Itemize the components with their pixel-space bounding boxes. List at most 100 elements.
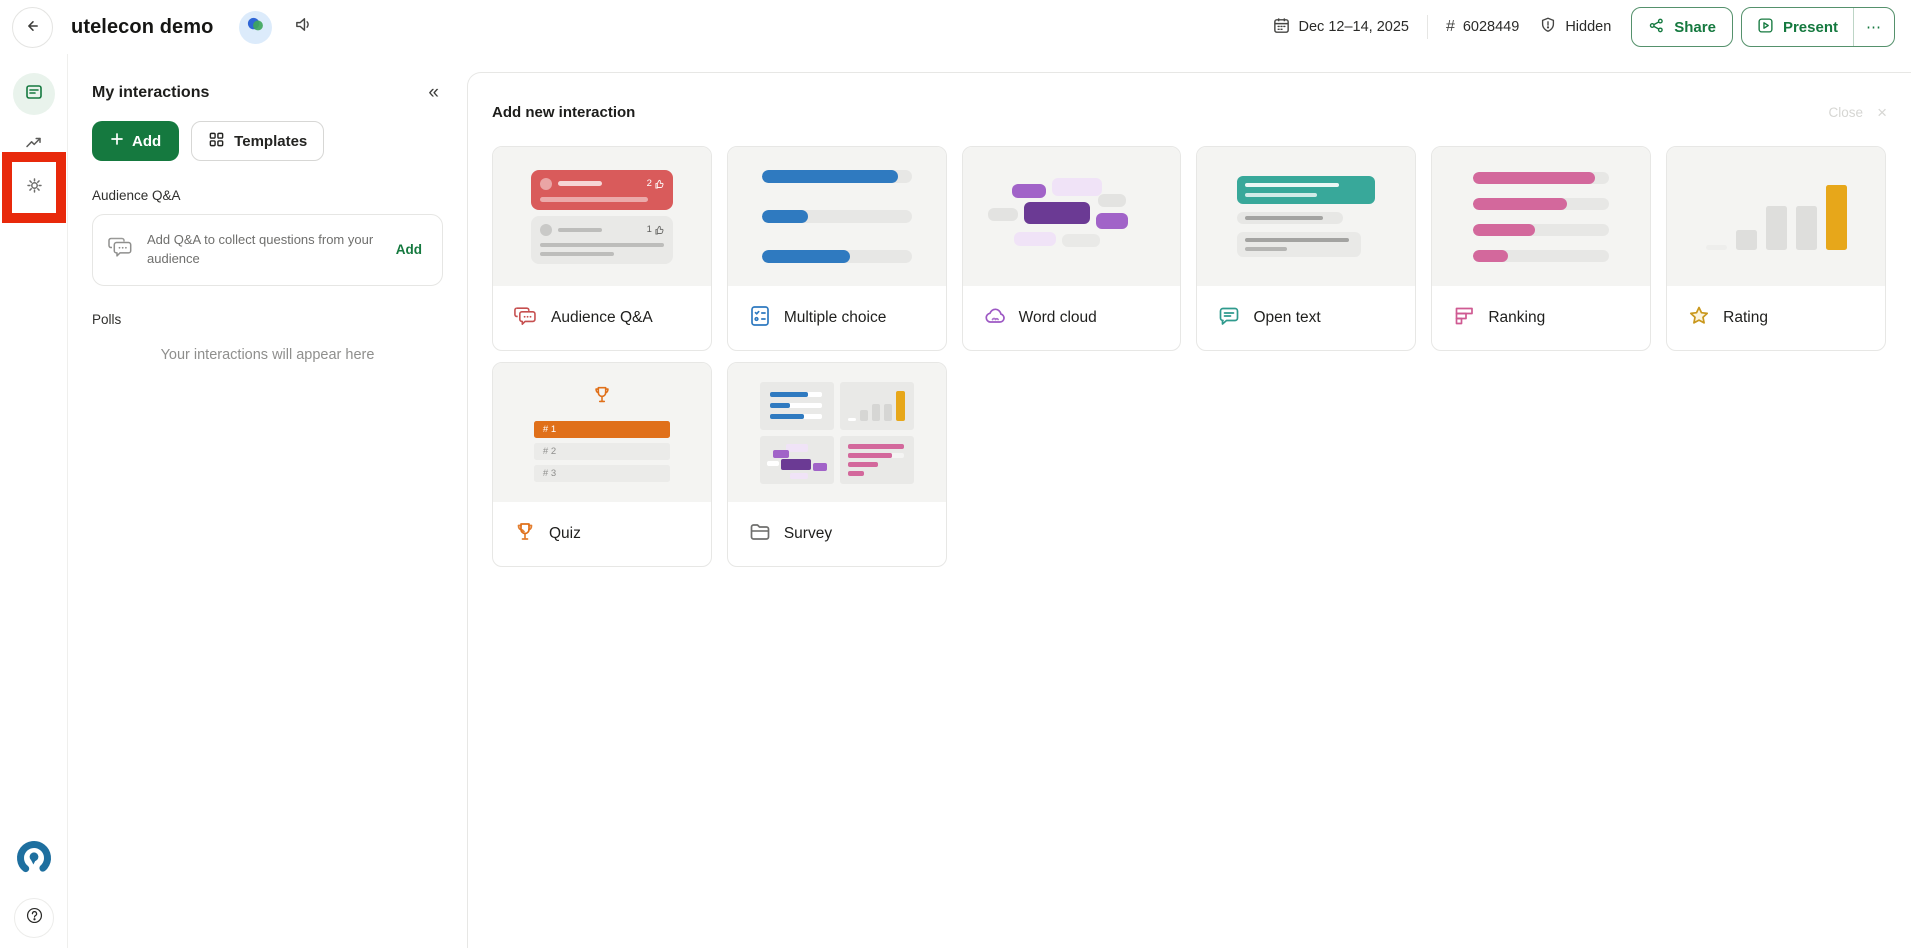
card-label: Survey xyxy=(784,525,832,543)
open-text-icon xyxy=(1217,304,1241,333)
survey-mini-wordcloud xyxy=(760,436,834,484)
present-button[interactable]: Present xyxy=(1742,8,1853,46)
card-label: Multiple choice xyxy=(784,309,887,327)
card-quiz[interactable]: # 1 # 2 # 3 Quiz xyxy=(492,362,712,567)
thumbs-up-icon xyxy=(655,225,664,235)
collapse-panel-button[interactable]: « xyxy=(424,81,443,104)
team-venn-icon xyxy=(246,15,265,39)
card-multiple-choice[interactable]: Multiple choice xyxy=(727,146,947,351)
back-button[interactable] xyxy=(12,7,53,48)
top-bar: utelecon demo Dec 12–14, 2025 # 6028449 … xyxy=(0,0,1911,54)
session-code[interactable]: # 6028449 xyxy=(1446,18,1519,36)
quiz-trophy-icon xyxy=(513,520,537,549)
app-logo[interactable] xyxy=(14,838,54,878)
question-icon xyxy=(25,906,44,930)
divider xyxy=(1427,15,1428,39)
empty-state-text: Your interactions will appear here xyxy=(92,347,443,363)
interaction-card-grid: 2 1 xyxy=(492,146,1887,567)
card-quiz-thumb: # 1 # 2 # 3 xyxy=(493,363,711,502)
card-ranking[interactable]: Ranking xyxy=(1431,146,1651,351)
card-label: Ranking xyxy=(1488,309,1545,327)
collapse-icon: « xyxy=(428,82,439,103)
main-header: Add new interaction Close × xyxy=(492,104,1887,121)
gear-icon xyxy=(24,175,45,201)
shield-icon xyxy=(1539,16,1557,38)
help-button[interactable] xyxy=(14,898,54,938)
event-dates-text: Dec 12–14, 2025 xyxy=(1299,19,1409,35)
word-cloud-icon xyxy=(983,304,1007,333)
share-icon xyxy=(1648,17,1665,38)
card-multiple-choice-thumb xyxy=(728,147,946,286)
interactions-icon xyxy=(24,82,44,107)
trophy-icon-small xyxy=(591,384,613,411)
rail-item-settings[interactable] xyxy=(24,175,45,201)
card-survey[interactable]: Survey xyxy=(727,362,947,567)
main-title: Add new interaction xyxy=(492,104,635,121)
rail-item-interactions[interactable] xyxy=(13,73,55,115)
card-ranking-thumb xyxy=(1432,147,1650,286)
panel-header: My interactions « xyxy=(92,81,443,104)
qa-section-label: Audience Q&A xyxy=(92,188,443,203)
card-audience-qa[interactable]: 2 1 xyxy=(492,146,712,351)
present-label: Present xyxy=(1783,19,1838,36)
quiz-rank-1: # 1 xyxy=(534,421,670,438)
visibility-text: Hidden xyxy=(1565,19,1611,35)
card-open-text-thumb xyxy=(1197,147,1415,286)
nav-rail xyxy=(0,54,68,948)
qa-bubbles-icon xyxy=(107,234,135,265)
main-panel: Add new interaction Close × 2 xyxy=(467,72,1911,948)
templates-button[interactable]: Templates xyxy=(191,121,324,161)
survey-mini-rating xyxy=(840,382,914,430)
thumbs-up-icon xyxy=(655,179,664,189)
grid-icon xyxy=(208,131,225,152)
card-label: Audience Q&A xyxy=(551,309,653,327)
card-audience-qa-thumb: 2 1 xyxy=(493,147,711,286)
card-open-text[interactable]: Open text xyxy=(1196,146,1416,351)
topbar-right: Dec 12–14, 2025 # 6028449 Hidden Share P… xyxy=(1272,7,1896,47)
visibility-status[interactable]: Hidden xyxy=(1539,16,1611,38)
upvote-count: 1 xyxy=(647,224,652,235)
card-label: Quiz xyxy=(549,525,581,543)
event-dates[interactable]: Dec 12–14, 2025 xyxy=(1272,16,1409,39)
card-label: Open text xyxy=(1253,309,1320,327)
present-more-button[interactable]: ⋯ xyxy=(1853,8,1894,46)
survey-folder-icon xyxy=(748,520,772,549)
announcement-button[interactable] xyxy=(294,15,313,39)
ranking-icon xyxy=(1452,304,1476,333)
page-title: utelecon demo xyxy=(71,16,213,39)
share-label: Share xyxy=(1674,19,1716,36)
panel-actions: Add Templates xyxy=(92,121,443,161)
session-code-text: 6028449 xyxy=(1463,19,1519,35)
qa-add-link[interactable]: Add xyxy=(390,242,428,257)
card-rating[interactable]: Rating xyxy=(1666,146,1886,351)
upvote-count: 2 xyxy=(647,178,652,189)
back-arrow-icon xyxy=(23,16,43,39)
logo-icon xyxy=(14,865,54,882)
survey-mini-ranking xyxy=(840,436,914,484)
audience-qa-icon xyxy=(513,304,539,333)
plus-icon xyxy=(110,132,124,150)
close-button[interactable]: Close × xyxy=(1829,104,1887,121)
qa-setup-card: Add Q&A to collect questions from your a… xyxy=(92,214,443,286)
present-button-group: Present ⋯ xyxy=(1741,7,1895,47)
add-button[interactable]: Add xyxy=(92,121,179,161)
multiple-choice-icon xyxy=(748,304,772,333)
team-badge[interactable] xyxy=(239,11,272,44)
content-area: My interactions « Add Templates Audience… xyxy=(0,54,1911,948)
quiz-rank-2: # 2 xyxy=(534,443,670,460)
interactions-panel: My interactions « Add Templates Audience… xyxy=(68,54,467,948)
card-word-cloud[interactable]: Word cloud xyxy=(962,146,1182,351)
present-play-icon xyxy=(1757,17,1774,38)
card-label: Rating xyxy=(1723,309,1768,327)
add-label: Add xyxy=(132,133,161,150)
ellipsis-icon: ⋯ xyxy=(1866,18,1882,36)
hash-icon: # xyxy=(1446,18,1455,36)
card-label: Word cloud xyxy=(1019,309,1097,327)
panel-title: My interactions xyxy=(92,84,209,102)
templates-label: Templates xyxy=(234,133,307,150)
card-word-cloud-thumb xyxy=(963,147,1181,286)
share-button[interactable]: Share xyxy=(1631,7,1733,47)
calendar-icon xyxy=(1272,16,1291,39)
close-label: Close xyxy=(1829,105,1864,120)
quiz-rank-3: # 3 xyxy=(534,465,670,482)
